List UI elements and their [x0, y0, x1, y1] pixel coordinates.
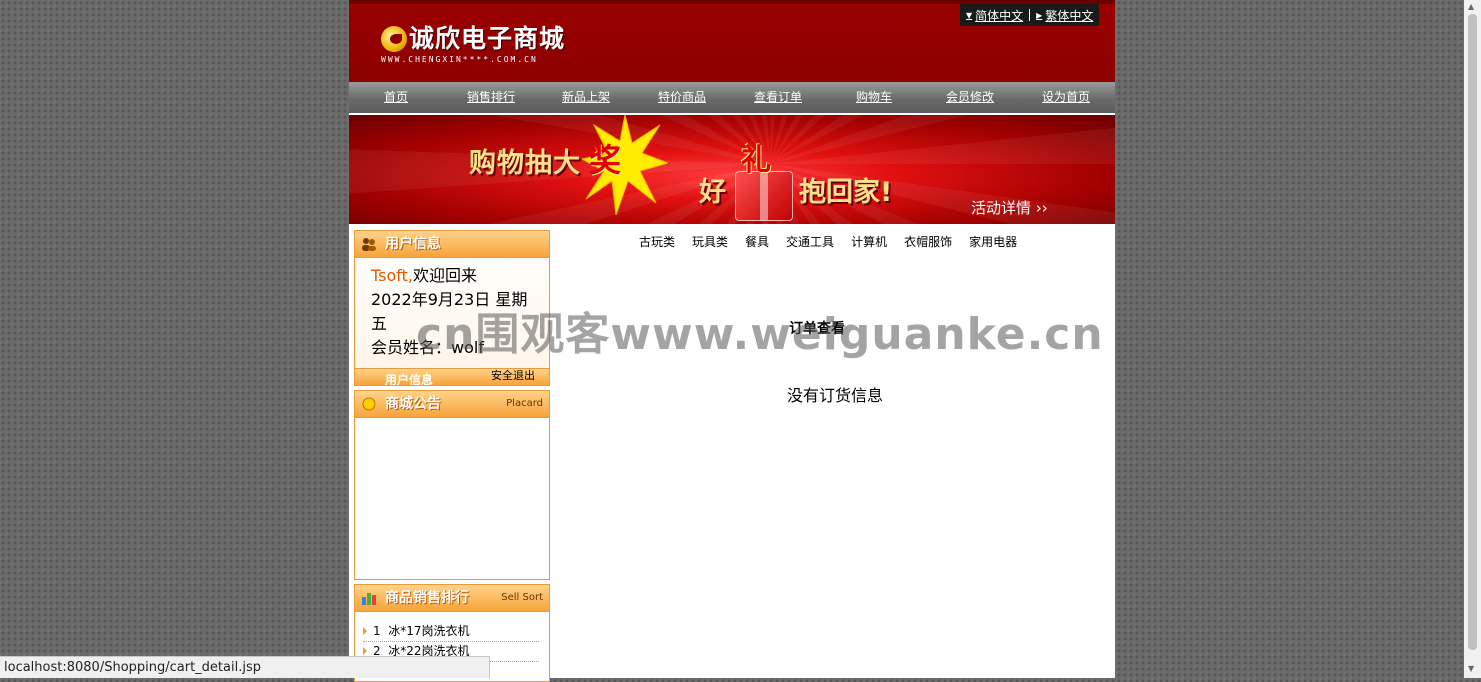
user-info-footer-title: 用户信息: [385, 373, 434, 386]
banner-headline: 购物抽大 奖: [469, 141, 621, 180]
banner-detail-link[interactable]: 活动详情 ››: [971, 197, 1048, 218]
category-clothing[interactable]: 衣帽服饰: [904, 233, 952, 250]
triangle-right-icon: ▶: [1036, 10, 1043, 20]
logo-domain: WWW.CHENGXIN****.COM.CN: [381, 55, 538, 64]
welcome-text: 欢迎回来: [412, 266, 477, 285]
category-computers[interactable]: 计算机: [851, 233, 887, 250]
logo-title: 诚欣电子商城: [409, 24, 566, 53]
nav-sales-rank[interactable]: 销售排行: [467, 82, 515, 113]
language-switcher: ▼ 简体中文 ▶ 繁体中文: [960, 4, 1100, 26]
nav-specials[interactable]: 特价商品: [658, 82, 706, 113]
sales-rank-list: 1 冰*17岗洗衣机 2 冰*22岗洗衣机: [355, 612, 549, 662]
nav-view-orders[interactable]: 查看订单: [754, 82, 802, 113]
sales-rank-title: 商品销售排行: [385, 590, 469, 606]
category-appliances[interactable]: 家用电器: [969, 233, 1017, 250]
notice-header: 商城公告 Placard: [355, 391, 549, 418]
logout-link[interactable]: 安全退出: [491, 369, 535, 383]
rank-product-name: 冰*17岗洗衣机: [388, 624, 470, 638]
bullet-arrow-icon: [363, 647, 367, 655]
banner-subline-a: 好: [699, 177, 726, 208]
nav-cart[interactable]: 购物车: [856, 82, 892, 113]
vertical-scrollbar[interactable]: ▲ ▼: [1464, 0, 1481, 678]
rank-number: 1: [373, 624, 381, 638]
site-logo[interactable]: 诚欣电子商城 WWW.CHENGXIN****.COM.CN: [381, 24, 621, 68]
status-bar-url: localhost:8080/Shopping/cart_detail.jsp: [0, 656, 490, 678]
banner-prize-char: 奖: [589, 141, 623, 179]
user-info-header: 用户信息: [355, 231, 549, 258]
notice-panel: 商城公告 Placard: [354, 390, 550, 580]
nav-home[interactable]: 首页: [384, 82, 408, 113]
banner-headline-text: 购物抽大: [469, 148, 581, 179]
banner-gift-char: 礼: [741, 143, 771, 178]
lang-simplified-link[interactable]: ▼ 简体中文: [966, 7, 1023, 24]
watermark: cn围观客www.weiguanke.cn: [416, 309, 1104, 360]
bullet-arrow-icon: [363, 627, 367, 635]
user-info-footer: 用户信息 安全退出: [354, 368, 550, 386]
users-icon: [362, 238, 376, 251]
triangle-down-icon: ▼: [966, 10, 973, 20]
list-item[interactable]: 1 冰*17岗洗衣机: [363, 622, 539, 642]
category-bar: 古玩类 玩具类 餐具 交通工具 计算机 衣帽服饰 家用电器: [639, 233, 1017, 250]
bell-icon: [362, 397, 376, 411]
welcome-line: Tsoft,欢迎回来: [371, 264, 531, 288]
user-info-title: 用户信息: [385, 236, 441, 252]
nav-new-arrivals[interactable]: 新品上架: [562, 82, 610, 113]
lang-traditional-link[interactable]: ▶ 繁体中文: [1036, 7, 1093, 24]
scroll-up-icon[interactable]: ▲: [1468, 2, 1474, 12]
lang-simplified-label: 简体中文: [975, 8, 1024, 23]
nav-set-homepage[interactable]: 设为首页: [1042, 82, 1090, 113]
promo-banner[interactable]: 购物抽大 奖 礼 好 抱回家! 活动详情 ››: [349, 115, 1115, 224]
logo-mark-icon: [381, 26, 407, 52]
sales-rank-header: 商品销售排行 Sell Sort: [355, 585, 549, 612]
lang-traditional-label: 繁体中文: [1045, 8, 1094, 23]
scrollbar-thumb[interactable]: [1468, 14, 1477, 650]
notice-title: 商城公告: [385, 396, 441, 412]
site-header: 诚欣电子商城 WWW.CHENGXIN****.COM.CN ▼ 简体中文 ▶ …: [349, 0, 1115, 82]
category-antiques[interactable]: 古玩类: [639, 233, 675, 250]
scroll-down-icon[interactable]: ▼: [1468, 664, 1474, 674]
banner-subline-b: 抱回家!: [799, 177, 893, 208]
category-tableware[interactable]: 餐具: [745, 233, 769, 250]
username: Tsoft,: [371, 266, 413, 285]
nav-member-edit[interactable]: 会员修改: [946, 82, 994, 113]
main-nav: 首页 销售排行 新品上架 特价商品 查看订单 购物车 会员修改 设为首页: [349, 82, 1115, 115]
sales-rank-title-en: Sell Sort: [501, 592, 543, 603]
bar-chart-icon: [362, 593, 376, 605]
notice-title-en: Placard: [506, 398, 543, 409]
empty-order-message: 没有订货信息: [787, 386, 884, 405]
lang-divider: [1029, 9, 1031, 21]
category-toys[interactable]: 玩具类: [692, 233, 728, 250]
category-vehicles[interactable]: 交通工具: [786, 233, 834, 250]
